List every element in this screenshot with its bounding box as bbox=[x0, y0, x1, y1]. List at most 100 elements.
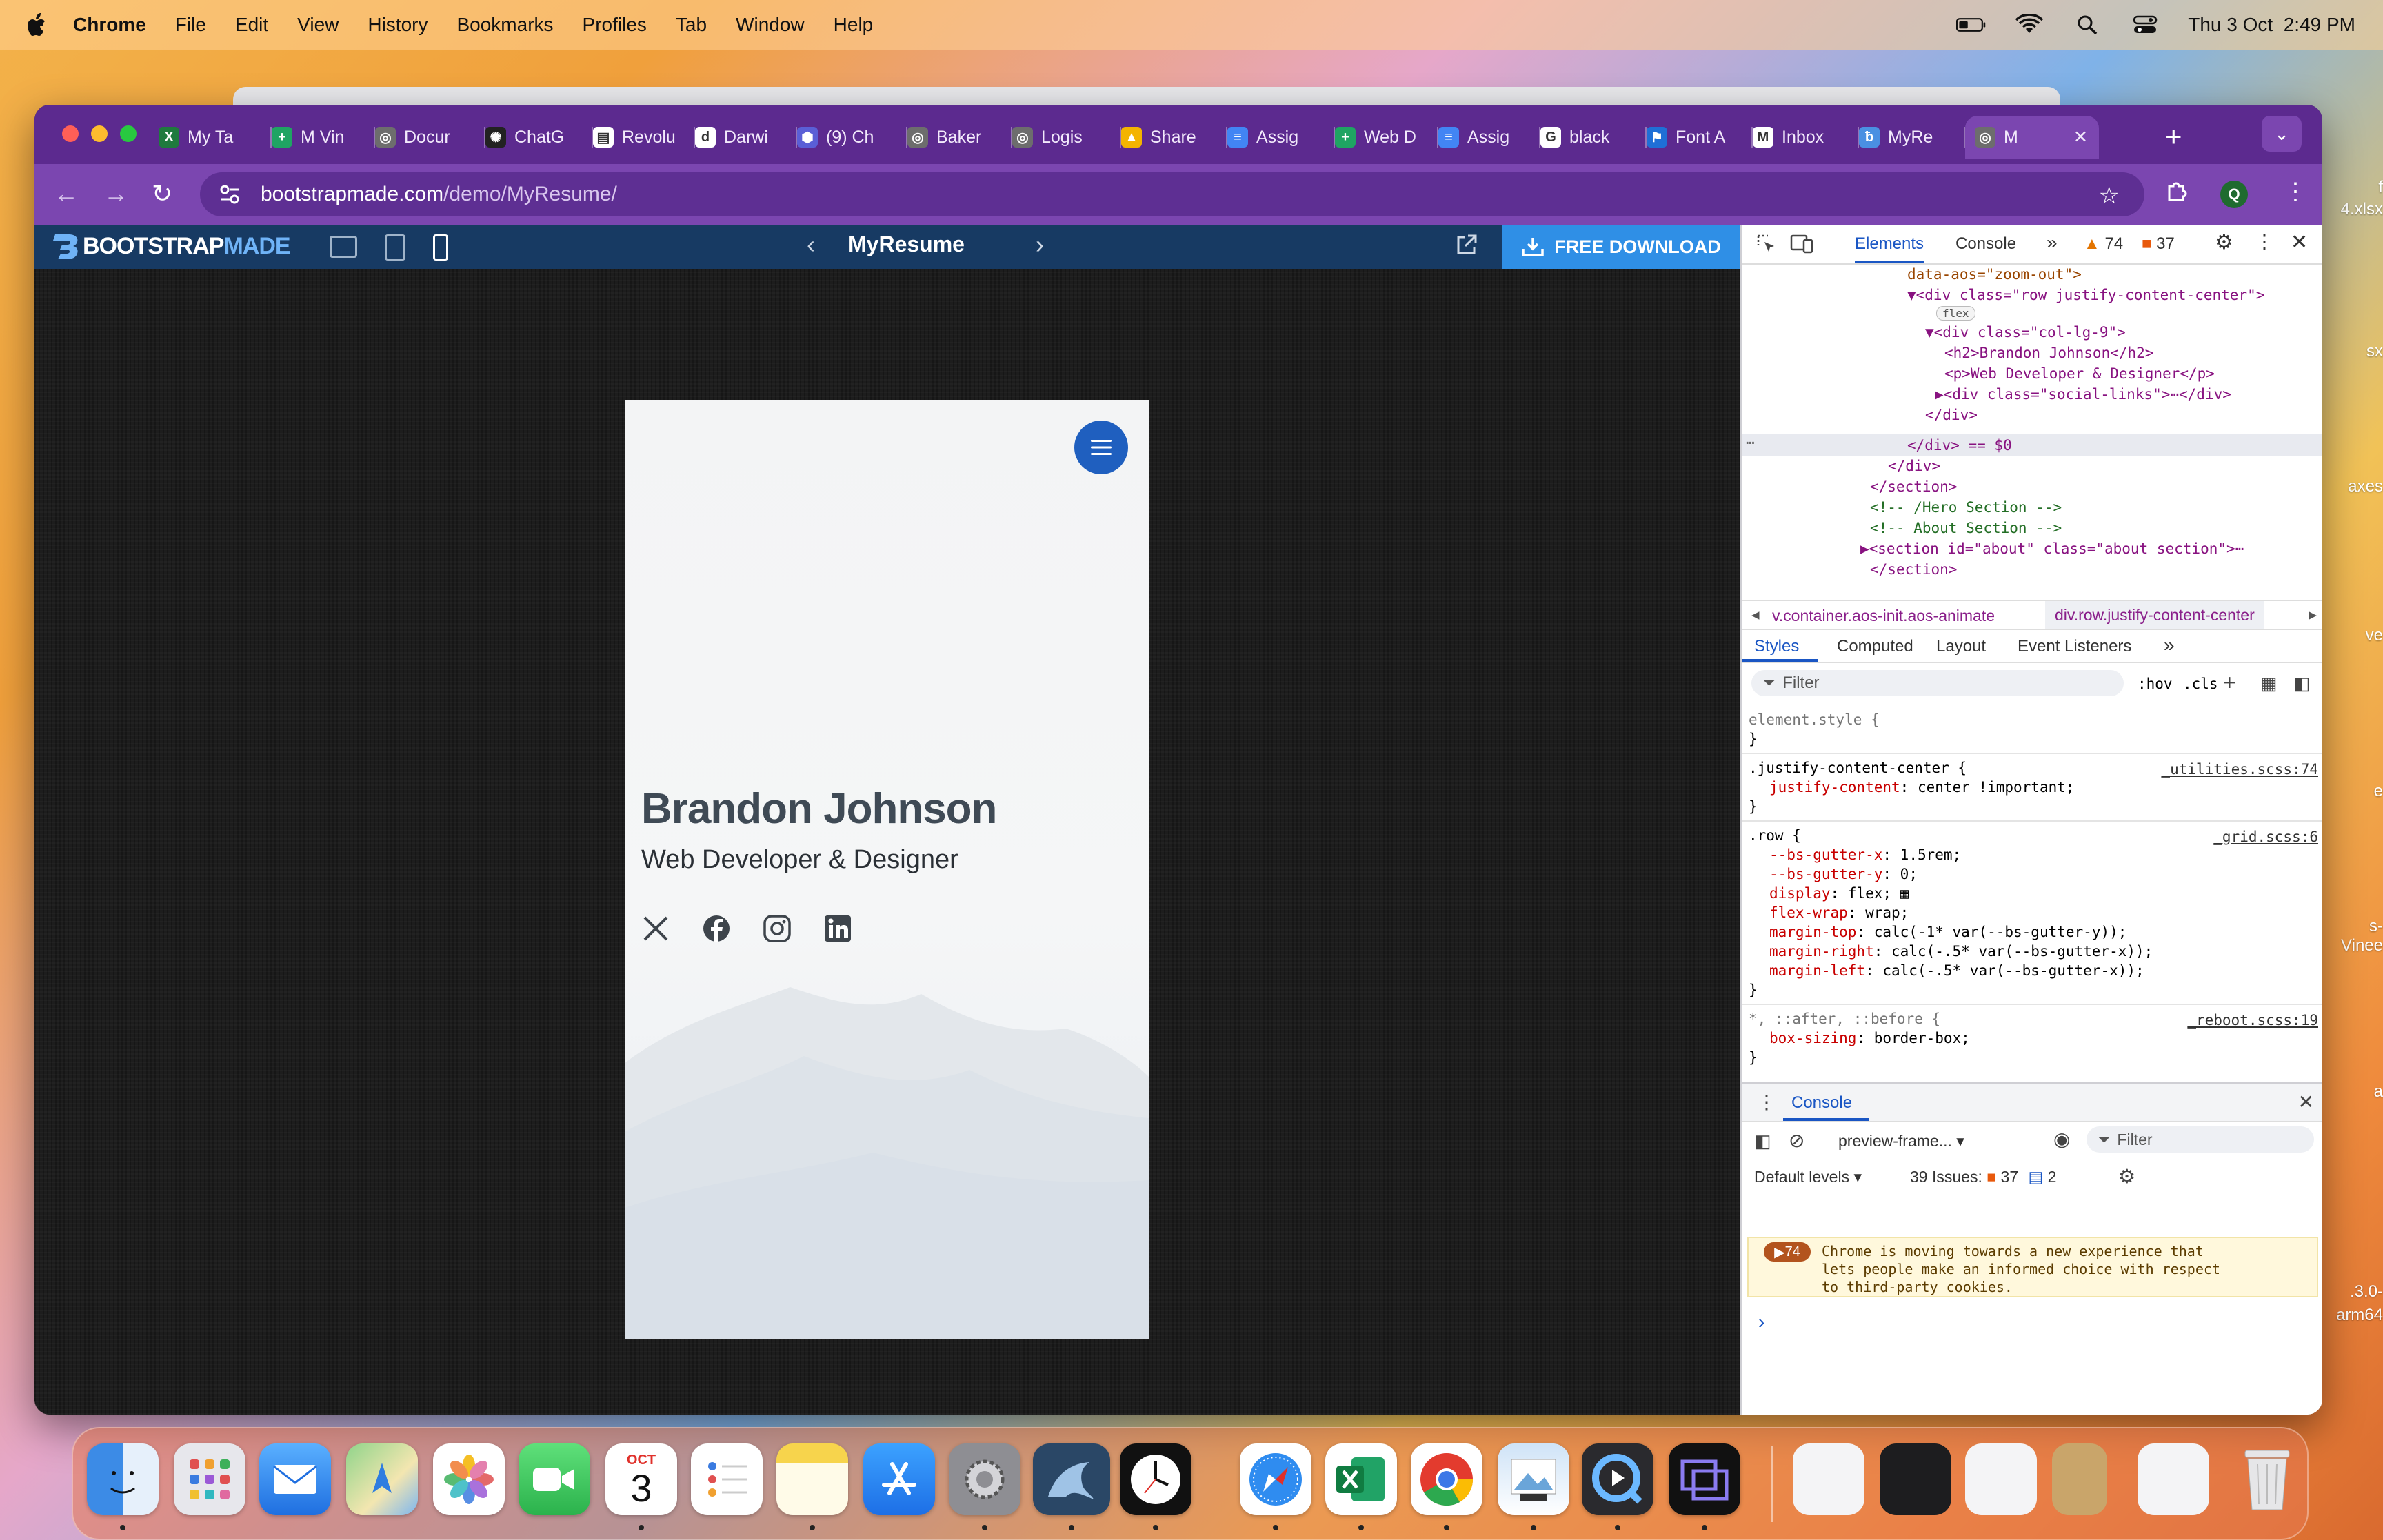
tab-computed[interactable]: Computed bbox=[1837, 637, 1913, 656]
clear-console-icon[interactable]: ⊘ bbox=[1789, 1129, 1804, 1152]
close-drawer-icon[interactable]: ✕ bbox=[2298, 1091, 2314, 1113]
facetime-icon[interactable] bbox=[519, 1443, 590, 1515]
browser-tab[interactable]: + Web D bbox=[1335, 116, 1438, 159]
rule-source-link[interactable]: _utilities.scss:74 bbox=[2161, 761, 2318, 778]
recent-document-thumbnail[interactable] bbox=[1965, 1443, 2037, 1515]
device-toolbar-icon[interactable] bbox=[1790, 233, 1813, 259]
x-twitter-icon[interactable] bbox=[641, 914, 670, 943]
dom-line[interactable]: data-aos="zoom-out"> bbox=[1907, 266, 2082, 283]
minimize-window-button[interactable] bbox=[91, 125, 108, 142]
dom-line[interactable]: ▶<div class="social-links">⋯</div> bbox=[1935, 386, 2231, 403]
browser-tab[interactable]: ▲ Share bbox=[1121, 116, 1227, 159]
css-value[interactable]: center !important; bbox=[1918, 779, 2075, 796]
browser-tab[interactable]: ◎ Logis bbox=[1012, 116, 1121, 159]
app-store-icon[interactable] bbox=[863, 1443, 935, 1515]
dom-line[interactable]: </section> bbox=[1870, 561, 1957, 578]
menu-help[interactable]: Help bbox=[834, 14, 874, 36]
css-value[interactable]: flex; ▦ bbox=[1848, 885, 1909, 902]
dom-comment[interactable]: <!-- /Hero Section --> bbox=[1870, 499, 2062, 516]
excel-icon[interactable] bbox=[1325, 1443, 1397, 1515]
console-drawer-tab[interactable]: Console bbox=[1791, 1093, 1852, 1113]
system-settings-icon[interactable] bbox=[949, 1443, 1020, 1515]
dom-line[interactable]: </section> bbox=[1870, 478, 1957, 495]
address-bar[interactable]: bootstrapmade.com/demo/MyResume/ ☆ bbox=[200, 172, 2144, 216]
dom-line[interactable]: </div> bbox=[1888, 458, 1940, 474]
notes-icon[interactable] bbox=[776, 1443, 848, 1515]
browser-tab[interactable]: ◎ Baker bbox=[907, 116, 1012, 159]
rule-source-link[interactable]: _reboot.scss:19 bbox=[2187, 1012, 2318, 1029]
close-window-button[interactable] bbox=[62, 125, 79, 142]
browser-tab[interactable]: ✺ ChatG bbox=[485, 116, 593, 159]
css-value[interactable]: border-box; bbox=[1874, 1030, 1970, 1046]
chrome-icon[interactable] bbox=[1411, 1443, 1482, 1515]
tab-search-chevron-icon[interactable]: ⌄ bbox=[2262, 116, 2302, 152]
menu-bar-clock[interactable]: Thu 3 Oct 2:49 PM bbox=[2188, 14, 2355, 36]
browser-tab[interactable]: ≡ Assig bbox=[1438, 116, 1540, 159]
styles-filter-input[interactable]: ⏷ Filter bbox=[1751, 670, 2124, 696]
apple-icon[interactable] bbox=[26, 12, 50, 38]
safari-icon[interactable] bbox=[1240, 1443, 1311, 1515]
bookmark-star-icon[interactable]: ☆ bbox=[2099, 182, 2120, 210]
photos-icon[interactable] bbox=[433, 1443, 505, 1515]
mysql-workbench-icon[interactable] bbox=[1033, 1443, 1110, 1515]
dom-line[interactable]: <h2>Brandon Johnson</h2> bbox=[1944, 345, 2153, 361]
css-value[interactable]: 1.5rem; bbox=[1900, 847, 1962, 863]
tab-event-listeners[interactable]: Event Listeners bbox=[2018, 637, 2131, 656]
devtools-menu-icon[interactable]: ⋮ bbox=[2255, 230, 2274, 253]
css-property[interactable]: --bs-gutter-x bbox=[1769, 847, 1882, 863]
menu-history[interactable]: History bbox=[368, 14, 428, 36]
console-prompt-chevron-icon[interactable]: › bbox=[1758, 1311, 1764, 1333]
more-tabs-icon[interactable]: » bbox=[2047, 232, 2058, 254]
desktop-view-icon[interactable] bbox=[330, 236, 357, 258]
log-levels-dropdown[interactable]: Default levels ▾ bbox=[1754, 1168, 1862, 1186]
forward-arrow-icon[interactable]: → bbox=[103, 179, 128, 208]
profile-avatar[interactable]: Q bbox=[2220, 181, 2248, 208]
browser-tab[interactable]: ≡ Assig bbox=[1227, 116, 1335, 159]
browser-tab[interactable]: M Inbox bbox=[1753, 116, 1859, 159]
rule-selector[interactable]: *, ::after, ::before { bbox=[1749, 1011, 1940, 1027]
finder-icon[interactable] bbox=[87, 1443, 159, 1515]
tab-styles[interactable]: Styles bbox=[1754, 637, 1799, 656]
css-property[interactable]: margin-left bbox=[1769, 962, 1865, 979]
css-property[interactable]: margin-top bbox=[1769, 924, 1856, 940]
trash-icon[interactable] bbox=[2231, 1443, 2303, 1515]
element-state-icon[interactable]: ▦ bbox=[2260, 673, 2278, 694]
css-property[interactable]: margin-right bbox=[1769, 943, 1874, 960]
crumb-scroll-left-icon[interactable]: ◂ bbox=[1751, 605, 1760, 624]
dom-comment[interactable]: <!-- About Section --> bbox=[1870, 520, 2062, 536]
battery-icon[interactable] bbox=[1956, 14, 1987, 35]
css-value[interactable]: calc(-1* var(--bs-gutter-y)); bbox=[1874, 924, 2127, 940]
dom-line[interactable]: <p>Web Developer & Designer</p> bbox=[1944, 365, 2215, 382]
menu-file[interactable]: File bbox=[175, 14, 206, 36]
quicktime-icon[interactable] bbox=[1582, 1443, 1653, 1515]
browser-tab[interactable]: ƀ MyRe bbox=[1859, 116, 1965, 159]
recent-window-thumbnail[interactable] bbox=[1880, 1443, 1951, 1515]
drawer-menu-icon[interactable]: ⋮ bbox=[1757, 1091, 1776, 1113]
new-tab-button[interactable]: + bbox=[2165, 120, 2182, 153]
menu-bookmarks[interactable]: Bookmarks bbox=[456, 14, 553, 36]
free-download-button[interactable]: FREE DOWNLOAD bbox=[1502, 225, 1740, 269]
facebook-icon[interactable] bbox=[702, 914, 731, 943]
close-tab-icon[interactable]: ✕ bbox=[2073, 127, 2088, 148]
instagram-icon[interactable] bbox=[763, 914, 792, 943]
chrome-menu-icon[interactable]: ⋮ bbox=[2284, 178, 2307, 205]
extensions-icon[interactable] bbox=[2165, 178, 2190, 209]
console-settings-gear-icon[interactable]: ⚙ bbox=[2118, 1165, 2135, 1188]
errors-badge[interactable]: ■ 37 bbox=[2142, 234, 2175, 254]
spotlight-search-icon[interactable] bbox=[2072, 14, 2102, 35]
crumb-scroll-right-icon[interactable]: ▸ bbox=[2309, 605, 2317, 624]
linkedin-icon[interactable] bbox=[823, 914, 852, 943]
live-expression-eye-icon[interactable]: ◉ bbox=[2053, 1128, 2070, 1151]
tab-elements[interactable]: Elements bbox=[1855, 234, 1924, 263]
dom-line[interactable]: ▼<div class="row justify-content-center"… bbox=[1907, 287, 2264, 303]
rule-selector[interactable]: .justify-content-center { bbox=[1749, 760, 1967, 776]
flex-badge[interactable]: flex bbox=[1936, 306, 1975, 321]
reminders-icon[interactable] bbox=[691, 1443, 763, 1515]
dom-line[interactable]: </div> bbox=[1925, 407, 1978, 423]
menu-tab[interactable]: Tab bbox=[676, 14, 707, 36]
css-property[interactable]: flex-wrap bbox=[1769, 904, 1848, 921]
browser-tab[interactable]: ⚑ Font A bbox=[1647, 116, 1753, 159]
css-property[interactable]: --bs-gutter-y bbox=[1769, 866, 1882, 882]
rule-selector[interactable]: .row { bbox=[1749, 827, 1801, 844]
zoom-window-button[interactable] bbox=[120, 125, 137, 142]
